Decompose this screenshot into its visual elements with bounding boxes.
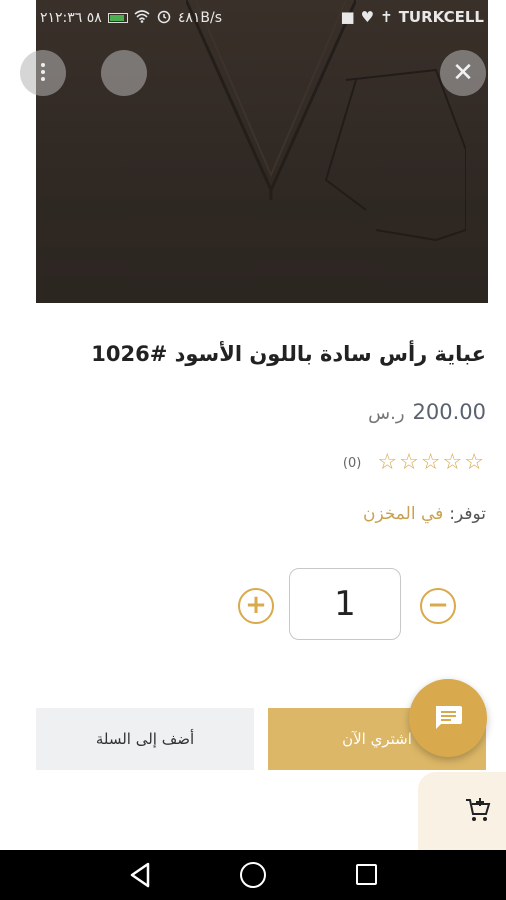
- status-left-text: ٥٨ ٢١٢:٣٦: [40, 10, 102, 26]
- quantity-input[interactable]: 1: [289, 568, 401, 640]
- chat-button[interactable]: [409, 679, 487, 757]
- add-to-cart-button[interactable]: أضف إلى السلة: [36, 708, 254, 770]
- heart-icon: ♥: [360, 8, 375, 26]
- product-price: 200.00: [412, 400, 486, 424]
- close-icon: ✕: [452, 58, 474, 88]
- availability: توفر: في المخزن: [363, 504, 486, 524]
- product-title: عباية رأس سادة باللون الأسود #1026: [91, 342, 486, 366]
- navigation-bar: [0, 850, 506, 900]
- notification-icon: ■: [340, 8, 355, 26]
- star-icon: ☆: [464, 450, 484, 475]
- availability-label: توفر:: [449, 504, 486, 524]
- product-image[interactable]: ٥٨ ٢١٢:٣٦ ٤٨١B/s ■ ♥ ✝ TURKCELL ✕: [0, 0, 506, 303]
- currency-label: ر.س: [368, 403, 405, 424]
- wifi-icon: [134, 9, 150, 27]
- network-speed: ٤٨١B/s: [177, 10, 223, 26]
- star-icon: ☆: [420, 450, 441, 475]
- cart-panel[interactable]: [418, 772, 506, 850]
- more-vertical-icon: [40, 63, 46, 83]
- star-icon: ☆: [399, 450, 419, 475]
- garment-sleeve: [324, 68, 466, 242]
- more-options-button[interactable]: [20, 50, 66, 96]
- add-to-cart-icon: [466, 798, 491, 821]
- close-button[interactable]: ✕: [440, 50, 486, 96]
- cross-icon: ✝: [380, 8, 393, 26]
- share-button[interactable]: [101, 50, 147, 96]
- garment-image: [36, 0, 488, 303]
- availability-value: في المخزن: [362, 504, 444, 524]
- battery-icon: [107, 13, 128, 23]
- alarm-icon: [156, 8, 172, 28]
- price-row: 200.00 ر.س: [368, 400, 486, 424]
- product-page: ٥٨ ٢١٢:٣٦ ٤٨١B/s ■ ♥ ✝ TURKCELL ✕ عباية …: [0, 0, 506, 900]
- star-icon: ☆: [377, 450, 398, 475]
- plus-circle-icon[interactable]: +: [238, 588, 274, 624]
- rating-row: (0) ☆ ☆ ☆ ☆ ☆: [343, 452, 484, 474]
- back-icon[interactable]: [128, 862, 152, 888]
- star-icon: ☆: [442, 450, 463, 475]
- chat-icon: [436, 706, 462, 729]
- status-bar: ٥٨ ٢١٢:٣٦ ٤٨١B/s ■ ♥ ✝ TURKCELL: [0, 0, 506, 34]
- rating-count: (0): [342, 455, 362, 471]
- carrier-name: TURKCELL: [398, 8, 484, 26]
- minus-circle-icon[interactable]: −: [420, 588, 456, 624]
- recent-apps-icon[interactable]: [356, 864, 377, 885]
- home-icon[interactable]: [240, 862, 266, 888]
